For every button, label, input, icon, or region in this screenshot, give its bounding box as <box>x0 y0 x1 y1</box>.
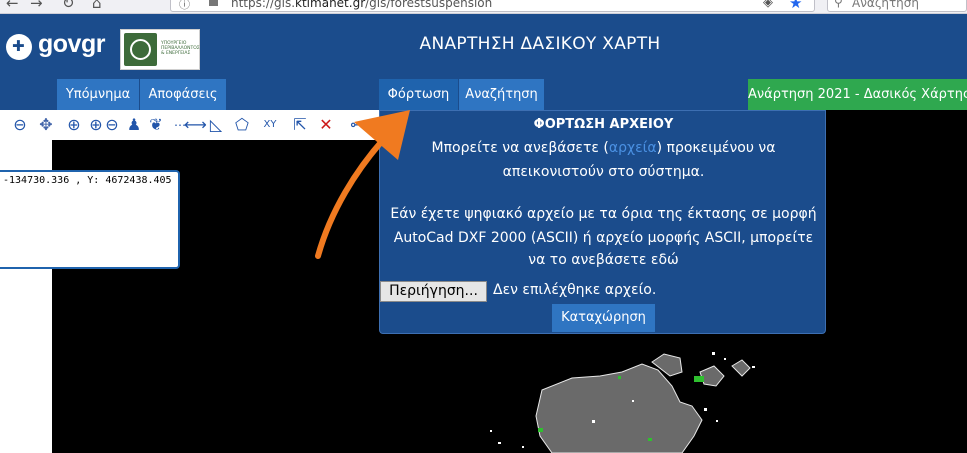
annotation-arrow <box>315 110 410 259</box>
screen: ← → ↻ ⌂ ⓘ https://gis.ktimanet.gr/gis/fo… <box>0 0 967 453</box>
